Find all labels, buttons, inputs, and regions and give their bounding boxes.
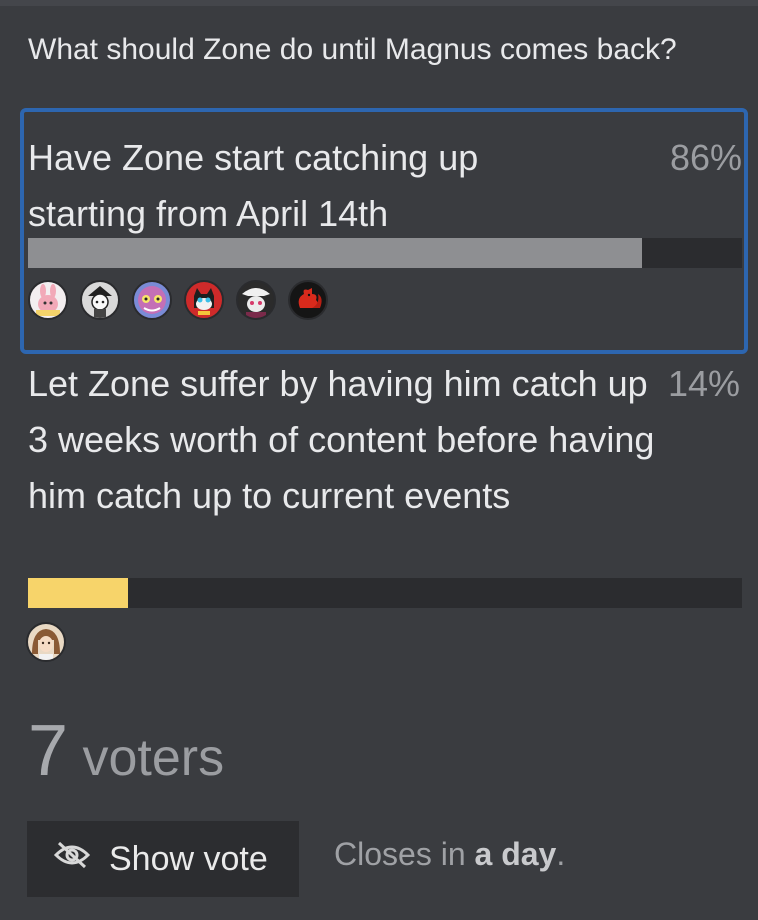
- poll-option-2[interactable]: Let Zone suffer by having him catch up 3…: [20, 360, 748, 670]
- pink-bunny-avatar[interactable]: [28, 280, 68, 320]
- poll-card: What should Zone do until Magnus comes b…: [0, 0, 758, 920]
- poll-option-label: Have Zone start catching up starting fro…: [28, 137, 479, 234]
- poll-option-label: Let Zone suffer by having him catch up 3…: [28, 363, 655, 516]
- voter-count-label: voters: [82, 729, 225, 787]
- show-vote-label: Show vote: [109, 839, 268, 878]
- closes-value: a day: [474, 836, 557, 872]
- poll-option-percent: 86%: [669, 137, 742, 178]
- poll-closing-time: Closes in a day.: [334, 832, 565, 876]
- voter-avatars: [28, 280, 328, 320]
- poll-result-bar: [28, 578, 742, 608]
- morgana-cat-avatar[interactable]: [184, 280, 224, 320]
- purple-cat-avatar[interactable]: [132, 280, 172, 320]
- voter-count-number: 7: [28, 711, 69, 791]
- show-vote-button[interactable]: Show vote: [27, 821, 299, 897]
- monochrome-anime-avatar[interactable]: [80, 280, 120, 320]
- poll-result-bar: [28, 238, 742, 268]
- closes-suffix: .: [556, 836, 566, 872]
- poll-result-bar-fill: [28, 238, 643, 268]
- closes-prefix: Closes in: [334, 836, 466, 872]
- poll-result-bar-fill: [28, 578, 128, 608]
- voter-count: 7 voters: [28, 706, 224, 803]
- voter-avatars: [26, 622, 66, 662]
- masked-character-avatar[interactable]: [236, 280, 276, 320]
- poll-option-percent: 14%: [667, 363, 740, 404]
- divider: [0, 0, 758, 6]
- eye-slash-icon: [53, 840, 91, 879]
- poll-option-1[interactable]: Have Zone start catching up starting fro…: [20, 108, 748, 354]
- poll-question: What should Zone do until Magnus comes b…: [28, 33, 677, 66]
- red-squirrel-avatar[interactable]: [288, 280, 328, 320]
- brown-hair-girl-avatar[interactable]: [26, 622, 66, 662]
